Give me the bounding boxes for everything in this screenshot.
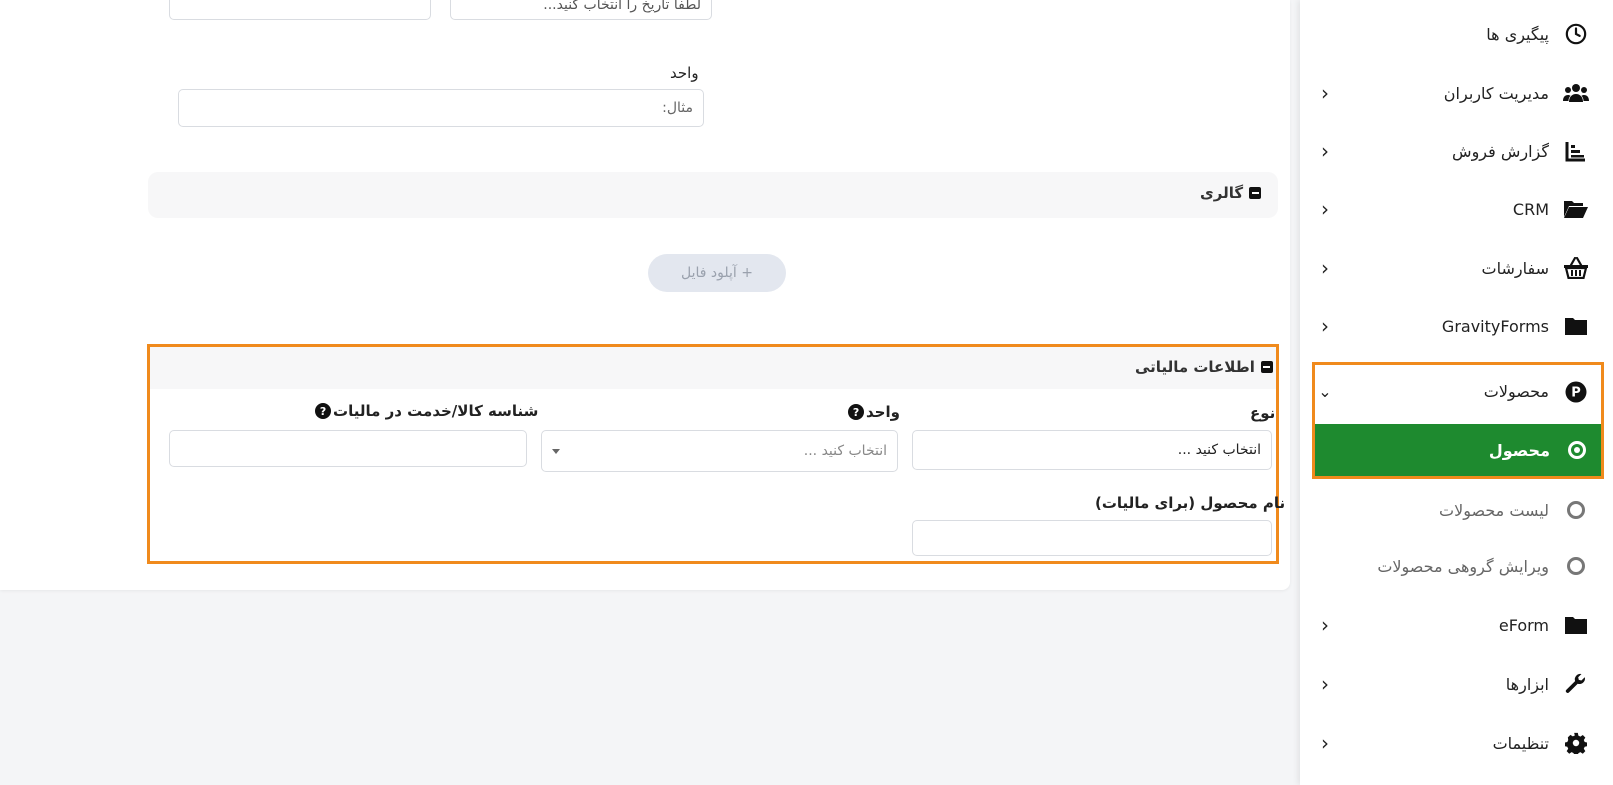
tax-type-label: نوع [1250, 404, 1276, 422]
sidebar-item-label: CRM [1512, 199, 1549, 219]
sidebar-item-settings[interactable]: تنظیمات ‹ [1310, 714, 1603, 772]
sidebar-subitem-bulk-edit[interactable]: ویرایش گروهی محصولات [1310, 537, 1603, 595]
users-icon [1563, 80, 1589, 106]
sidebar-item-user-management[interactable]: مدیریت کاربران ‹ [1310, 64, 1603, 122]
tax-type-value: انتخاب کنید ... [1177, 442, 1261, 458]
chevron-left-icon: ‹ [1321, 731, 1329, 755]
chevron-left-icon: ‹ [1321, 256, 1329, 280]
gallery-section-header[interactable] [148, 172, 1278, 218]
gallery-title-text: گالری [1200, 184, 1244, 202]
date-picker-input[interactable]: لطفا تاریخ را انتخاب کنید... [450, 0, 712, 20]
sidebar-item-sales-report[interactable]: گزارش فروش ‹ [1310, 122, 1603, 180]
collapse-icon [1249, 187, 1262, 199]
sidebar-item-gravityforms[interactable]: GravityForms ‹ [1310, 297, 1603, 355]
chart-icon [1563, 138, 1589, 164]
folder-icon [1563, 612, 1589, 638]
date-picker-placeholder: لطفا تاریخ را انتخاب کنید... [543, 0, 701, 13]
chevron-left-icon: ‹ [1321, 672, 1329, 696]
tax-unit-select[interactable]: انتخاب کنید ... [541, 430, 898, 472]
chevron-left-icon: ‹ [1321, 613, 1329, 637]
circle-icon [1563, 497, 1589, 523]
sidebar-item-crm[interactable]: CRM ‹ [1310, 180, 1603, 238]
help-icon[interactable]: ? [848, 404, 864, 420]
folder-open-icon [1563, 196, 1589, 222]
tax-unit-label-text: واحد [866, 403, 900, 421]
tax-unit-label: واحد ? [848, 403, 900, 421]
tax-title-text: اطلاعات مالیاتی [1135, 358, 1255, 376]
wrench-icon [1563, 671, 1589, 697]
tax-section-title[interactable]: اطلاعات مالیاتی [1135, 358, 1273, 376]
clock-icon [1563, 21, 1589, 47]
top-left-input[interactable] [169, 0, 431, 20]
gear-icon [1563, 730, 1589, 756]
circle-icon [1563, 553, 1589, 579]
chevron-left-icon: ‹ [1321, 197, 1329, 221]
sidebar-item-label: GravityForms [1441, 316, 1549, 336]
chevron-down-icon [552, 448, 560, 454]
gallery-title[interactable]: گالری [1200, 184, 1262, 202]
sidebar-item-tools[interactable]: ابزارها ‹ [1310, 655, 1603, 713]
tax-id-input[interactable] [169, 430, 527, 467]
sidebar-item-label: لیست محصولات [1439, 500, 1549, 520]
sidebar-item-label: گزارش فروش [1452, 141, 1549, 161]
help-icon[interactable]: ? [315, 403, 331, 419]
tax-id-label-text: شناسه کالا/خدمت در مالیات [333, 402, 539, 420]
basket-icon [1563, 255, 1589, 281]
sidebar-item-eform[interactable]: eForm ‹ [1310, 596, 1603, 654]
collapse-icon [1260, 361, 1273, 373]
sidebar-item-label: پیگیری ها [1486, 24, 1549, 44]
sidebar-item-label: سفارشات [1481, 258, 1549, 278]
tax-id-label: شناسه کالا/خدمت در مالیات ? [315, 402, 538, 420]
folder-icon [1563, 313, 1589, 339]
sidebar-item-label: ابزارها [1505, 674, 1549, 694]
tax-name-input[interactable] [912, 520, 1272, 556]
sidebar-item-orders[interactable]: سفارشات ‹ [1310, 239, 1603, 297]
chevron-left-icon: ‹ [1321, 81, 1329, 105]
products-highlight [1312, 362, 1604, 479]
chevron-left-icon: ‹ [1321, 139, 1329, 163]
chevron-left-icon: ‹ [1321, 314, 1329, 338]
sidebar-item-label: تنظیمات [1492, 733, 1549, 753]
tax-name-label: نام محصول (برای مالیات) [1095, 494, 1286, 512]
unit-placeholder: مثال: [662, 100, 693, 116]
sidebar-item-label: مدیریت کاربران [1443, 83, 1549, 103]
sidebar-item-followups[interactable]: پیگیری ها [1310, 5, 1603, 63]
unit-label: واحد [670, 64, 699, 82]
upload-file-button[interactable]: + آپلود فایل [648, 254, 786, 292]
tax-type-select[interactable]: انتخاب کنید ... [912, 430, 1272, 470]
sidebar-item-label: ویرایش گروهی محصولات [1377, 556, 1549, 576]
unit-input[interactable]: مثال: [178, 89, 704, 127]
sidebar-item-label: eForm [1498, 615, 1549, 635]
tax-unit-placeholder: انتخاب کنید ... [803, 443, 887, 459]
sidebar-subitem-product-list[interactable]: لیست محصولات [1310, 481, 1603, 539]
upload-button-label: + آپلود فایل [681, 265, 753, 281]
